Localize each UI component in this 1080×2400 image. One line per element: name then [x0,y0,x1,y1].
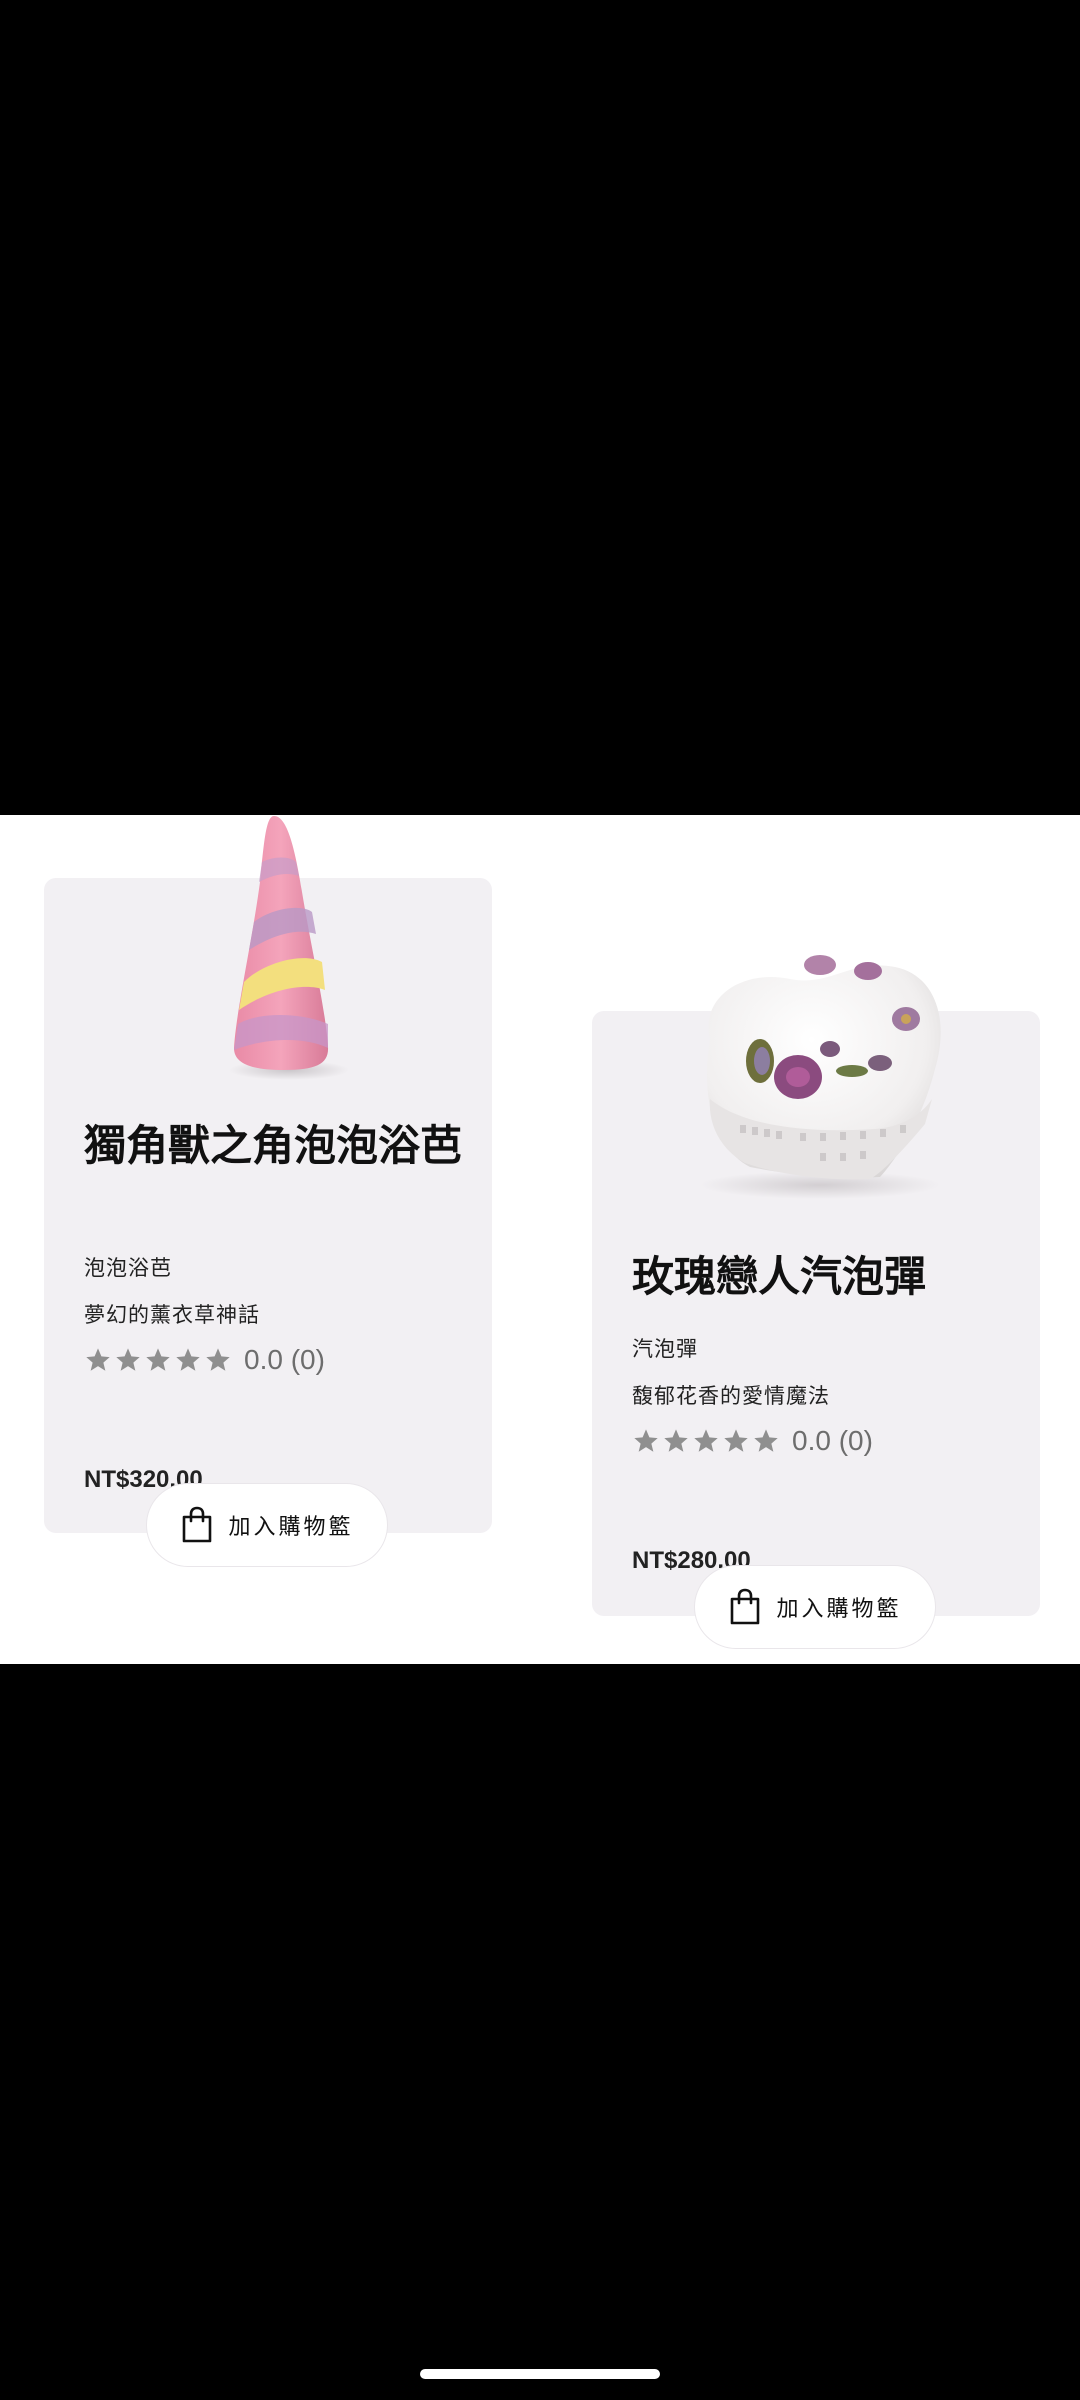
home-indicator[interactable] [420,2369,660,2379]
shopping-bag-icon [731,1588,760,1625]
product-category: 汽泡彈 [632,1337,698,1361]
star-icon [754,1429,778,1452]
product-rating: 0.0 (0) [632,1425,873,1457]
product-title[interactable]: 玫瑰戀人汽泡彈 [632,1251,1012,1303]
add-to-cart-button[interactable]: 加入購物籃 [146,1483,388,1567]
star-icon [86,1348,110,1371]
product-tagline: 夢幻的薰衣草神話 [84,1303,260,1327]
star-icon [664,1429,688,1452]
shopping-bag-icon [183,1506,212,1543]
star-icon [206,1348,230,1371]
product-grid: 獨角獸之角泡泡浴芭 泡泡浴芭 夢幻的薰衣草神話 0.0 (0) NT$320.0… [0,815,1080,1664]
rating-value: 0.0 (0) [244,1344,325,1375]
rose-bath-bomb-image[interactable] [680,949,952,1201]
rating-value: 0.0 (0) [792,1425,873,1456]
product-card[interactable]: 獨角獸之角泡泡浴芭 泡泡浴芭 夢幻的薰衣草神話 0.0 (0) NT$320.0… [44,816,492,1533]
star-rating [84,1346,232,1374]
star-icon [176,1348,200,1371]
product-category: 泡泡浴芭 [84,1256,172,1280]
add-to-cart-label: 加入購物籃 [228,1515,354,1540]
add-to-cart-button[interactable]: 加入購物籃 [694,1565,936,1649]
phone-screen: 獨角獸之角泡泡浴芭 泡泡浴芭 夢幻的薰衣草神話 0.0 (0) NT$320.0… [0,0,1080,2400]
star-icon [146,1348,170,1371]
product-title[interactable]: 獨角獸之角泡泡浴芭 [84,1120,464,1172]
star-icon [694,1429,718,1452]
star-rating [632,1427,780,1455]
add-to-cart-label: 加入購物籃 [776,1597,902,1622]
product-tagline: 馥郁花香的愛情魔法 [632,1384,830,1408]
unicorn-horn-image[interactable] [204,815,354,1082]
star-icon [634,1429,658,1452]
product-card[interactable]: 玫瑰戀人汽泡彈 汽泡彈 馥郁花香的愛情魔法 0.0 (0) NT$280.00 [592,955,1040,1616]
star-icon [116,1348,140,1371]
star-icon [724,1429,748,1452]
product-rating: 0.0 (0) [84,1344,325,1376]
